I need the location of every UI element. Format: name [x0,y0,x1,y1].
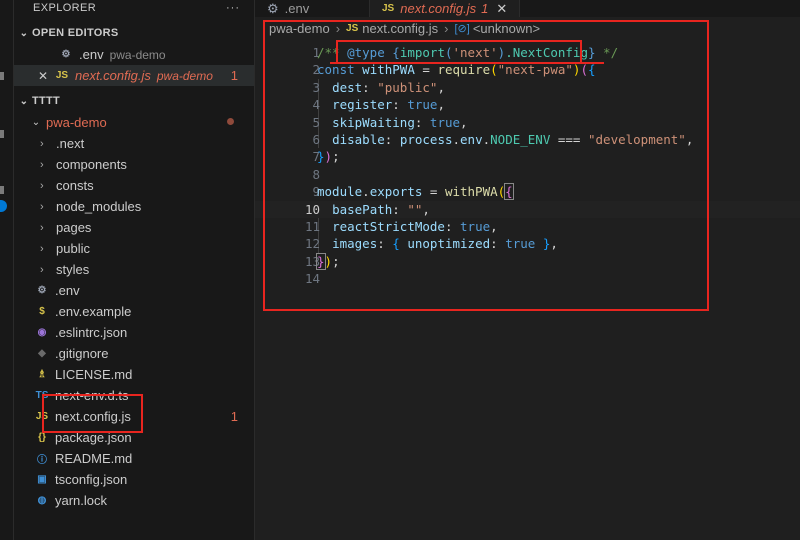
file-item[interactable]: ▣ tsconfig.json [14,469,254,490]
open-editors-title: OPEN EDITORS [32,27,119,39]
file-item[interactable]: ⓘ README.md [14,448,254,469]
chevron-down-icon: ⌄ [19,27,29,39]
close-icon[interactable]: ✕ [496,1,507,17]
folder-root[interactable]: ⌄ pwa-demo [14,112,254,133]
file-item[interactable]: ⚙ .env [14,280,254,301]
json-icon: {} [38,432,46,443]
license-icon: ♗ [37,369,47,380]
gear-icon: ⚙ [37,285,47,296]
file-name: .eslintrc.json [55,325,128,340]
file-item[interactable]: ♗ LICENSE.md [14,364,254,385]
annotation-box-file [42,394,143,433]
folder-name: pages [56,220,92,235]
activity-bar [0,0,14,540]
file-name: .env [55,283,80,298]
chevron-right-icon: › [40,179,44,192]
folder-item[interactable]: › public [14,238,254,259]
open-editor-item-active[interactable]: ✕ JS next.config.js pwa-demo 1 [14,65,254,86]
open-editor-item[interactable]: ⚙ .env pwa-demo [14,44,254,65]
dollar-icon: $ [39,306,45,317]
folder-item[interactable]: › styles [14,259,254,280]
modified-dot [227,118,234,125]
chevron-right-icon: › [40,200,44,213]
chevron-right-icon: › [40,263,44,276]
tab-label: next.config.js [400,1,477,16]
folder-item[interactable]: › pages [14,217,254,238]
chevron-right-icon: › [40,137,44,150]
open-editor-folder: pwa-demo [156,68,213,83]
explorer-title: EXPLORER [33,2,97,14]
folder-name: .next [56,136,85,151]
info-icon: ⓘ [37,455,47,466]
tab-badge: 1 [481,1,489,16]
chevron-down-icon: ⌄ [31,117,41,128]
folder-item[interactable]: › consts [14,175,254,196]
problem-count-badge: 1 [230,409,238,424]
annotation-underline [330,62,604,64]
chevron-right-icon: › [40,242,44,255]
folder-item[interactable]: › components [14,154,254,175]
git-icon: ◆ [38,348,46,359]
open-editors-header[interactable]: ⌄ OPEN EDITORS [14,22,254,44]
open-editor-name: .env [79,47,104,62]
chevron-right-icon: › [40,158,44,171]
file-item[interactable]: ◍ yarn.lock [14,490,254,511]
file-name: yarn.lock [55,493,108,508]
yarn-icon: ◍ [37,495,47,506]
chevron-down-icon: ⌄ [19,95,29,107]
folder-name: consts [56,178,94,193]
file-name: README.md [55,451,133,466]
close-icon[interactable]: ✕ [38,69,54,83]
activity-marker [0,186,4,194]
file-item[interactable]: $ .env.example [14,301,254,322]
more-actions-icon[interactable]: ··· [226,2,240,14]
js-icon: JS [55,70,69,81]
activity-badge [0,200,7,212]
file-item[interactable]: ◆ .gitignore [14,343,254,364]
folder-name: components [56,157,127,172]
file-name: tsconfig.json [55,472,128,487]
tab-next-config[interactable]: JS next.config.js 1 ✕ [370,0,521,17]
gear-icon: ⚙ [267,0,279,16]
open-editor-name: next.config.js [75,68,151,83]
file-name: .gitignore [55,346,109,361]
folder-name: node_modules [56,199,142,214]
gear-icon: ⚙ [61,49,71,60]
tab-label: .env [284,1,310,16]
annotation-box-type-comment [336,40,582,64]
tsconfig-icon: ▣ [37,474,47,485]
tab-env[interactable]: ⚙ .env [255,0,370,17]
folder-name: public [56,241,90,256]
file-item[interactable]: ◉ .eslintrc.json [14,322,254,343]
folder-name: pwa-demo [46,115,107,130]
workspace-header[interactable]: ⌄ TTTT [14,90,254,112]
editor-tabs: ⚙ .env JS next.config.js 1 ✕ [255,0,800,17]
file-name: .env.example [55,304,132,319]
workspace-title: TTTT [32,95,61,107]
open-editor-folder: pwa-demo [109,47,166,62]
folder-item[interactable]: › node_modules [14,196,254,217]
eslint-icon: ◉ [37,327,47,338]
activity-marker [0,72,4,80]
activity-marker [0,130,4,138]
explorer-header: EXPLORER ··· [14,0,254,16]
problem-count-badge: 1 [230,68,238,83]
folder-name: styles [56,262,90,277]
file-name: LICENSE.md [55,367,133,382]
folder-item[interactable]: › .next [14,133,254,154]
js-icon: JS [382,3,395,14]
explorer-sidebar: EXPLORER ··· ⌄ OPEN EDITORS ⚙ .env pwa-d… [14,0,255,540]
chevron-right-icon: › [40,221,44,234]
